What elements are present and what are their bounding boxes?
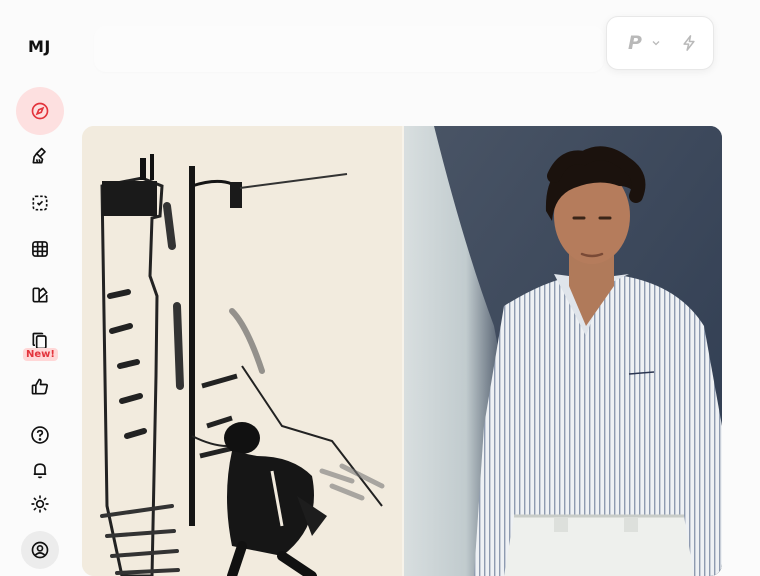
personalization-dropdown[interactable]: P — [619, 27, 671, 59]
fast-mode-button[interactable] — [673, 27, 705, 59]
edit-frame-icon — [32, 195, 48, 211]
ink-sketch-illustration — [82, 126, 402, 576]
help-circle-icon — [31, 426, 49, 444]
gallery-panel — [82, 126, 722, 576]
bell-icon — [33, 463, 47, 479]
sidebar-item-profile[interactable] — [21, 531, 59, 569]
sidebar-item-rate[interactable] — [16, 363, 64, 411]
sidebar-item-explore[interactable] — [16, 87, 64, 135]
new-badge: New! — [23, 348, 58, 361]
sidebar-item-create[interactable] — [16, 132, 64, 180]
search-bar[interactable] — [94, 26, 604, 72]
sidebar-item-edit[interactable] — [16, 179, 64, 227]
p-label: P — [628, 32, 642, 54]
grid-icon — [32, 241, 48, 257]
chevron-down-icon — [652, 41, 660, 46]
sidebar: MJ New! — [0, 0, 80, 570]
sidebar-item-organize[interactable] — [16, 225, 64, 273]
search-input[interactable] — [94, 26, 604, 72]
paintbrush-icon — [32, 147, 46, 164]
portrait-photo — [404, 126, 722, 576]
sidebar-item-personalize[interactable] — [16, 271, 64, 319]
gallery-image-portrait-photo[interactable] — [404, 126, 722, 576]
sun-icon — [31, 495, 49, 513]
lightning-icon — [683, 35, 695, 51]
user-circle-icon — [31, 541, 49, 559]
midjourney-logo[interactable]: MJ — [28, 37, 51, 56]
gallery-image-ink-sketch[interactable] — [82, 126, 402, 576]
thumbs-up-icon — [31, 378, 48, 395]
palette-icon — [32, 287, 48, 303]
prompt-controls: P — [606, 16, 714, 70]
compass-icon — [31, 102, 49, 120]
sidebar-item-theme[interactable] — [16, 480, 64, 528]
